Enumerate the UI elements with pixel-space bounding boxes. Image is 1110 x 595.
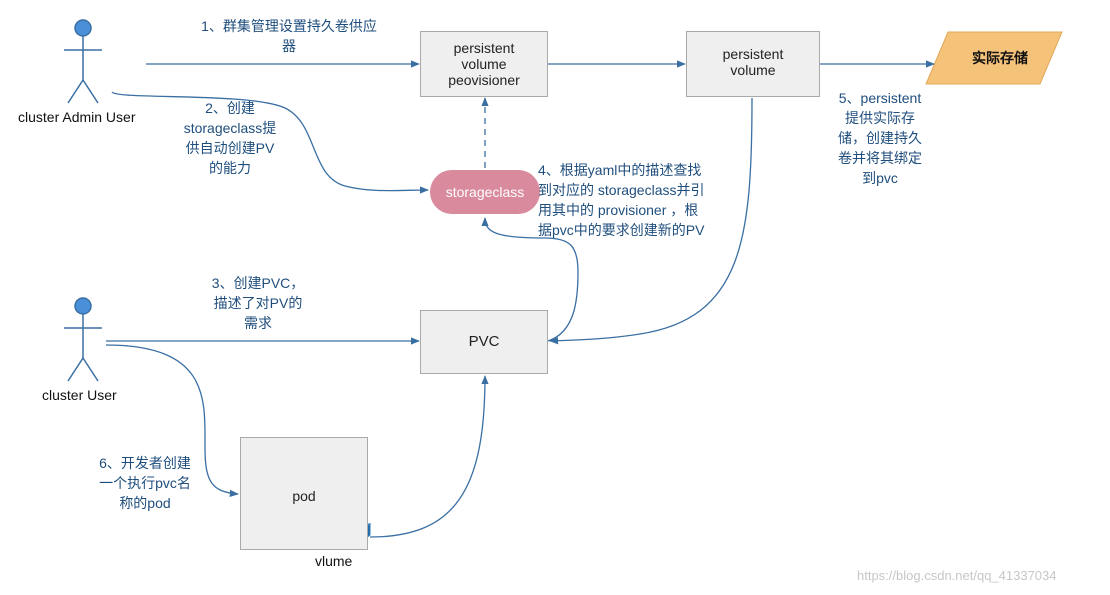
step-3-label: 3、创建PVC， 描述了对PV的 需求 bbox=[211, 275, 305, 331]
persistent-volume-box: persistent volume bbox=[686, 31, 820, 97]
step-4-label: 4、根据yaml中的描述查找 到对应的 storageclass并引 用其中的 … bbox=[538, 162, 705, 238]
volume-label: vlume bbox=[315, 553, 353, 569]
cluster-user-label: cluster User bbox=[42, 387, 117, 403]
admin-user-label: cluster Admin User bbox=[18, 109, 136, 125]
pod-text: pod bbox=[292, 488, 316, 504]
storageclass-node: storageclass bbox=[430, 170, 540, 214]
pvc-box: PVC bbox=[420, 310, 548, 374]
provisioner-box: persistent volume peovisioner bbox=[420, 31, 548, 97]
step-2-label: 2、创建 storageclass提 供自动创建PV 的能力 bbox=[183, 100, 277, 176]
provisioner-text: persistent volume peovisioner bbox=[448, 40, 520, 88]
pod-box: pod bbox=[240, 437, 368, 550]
step-6-label: 6、开发者创建 一个执行pvc名 称的pod bbox=[99, 455, 191, 511]
user-actor-icon bbox=[64, 297, 102, 382]
watermark: https://blog.csdn.net/qq_41337034 bbox=[857, 568, 1057, 583]
step-1-label: 1、群集管理设置持久卷供应 器 bbox=[201, 18, 377, 54]
pvc-text: PVC bbox=[468, 333, 500, 350]
edge-volume-pvc bbox=[369, 375, 489, 538]
storageclass-text: storageclass bbox=[445, 184, 525, 200]
storage-label: 实际存储 bbox=[972, 50, 1028, 66]
step-5-label: 5、persistent 提供实际存 储，创建持久 卷并将其绑定 到pvc bbox=[838, 90, 922, 186]
persistent-volume-text: persistent volume bbox=[722, 46, 784, 78]
admin-actor-icon bbox=[64, 19, 102, 104]
